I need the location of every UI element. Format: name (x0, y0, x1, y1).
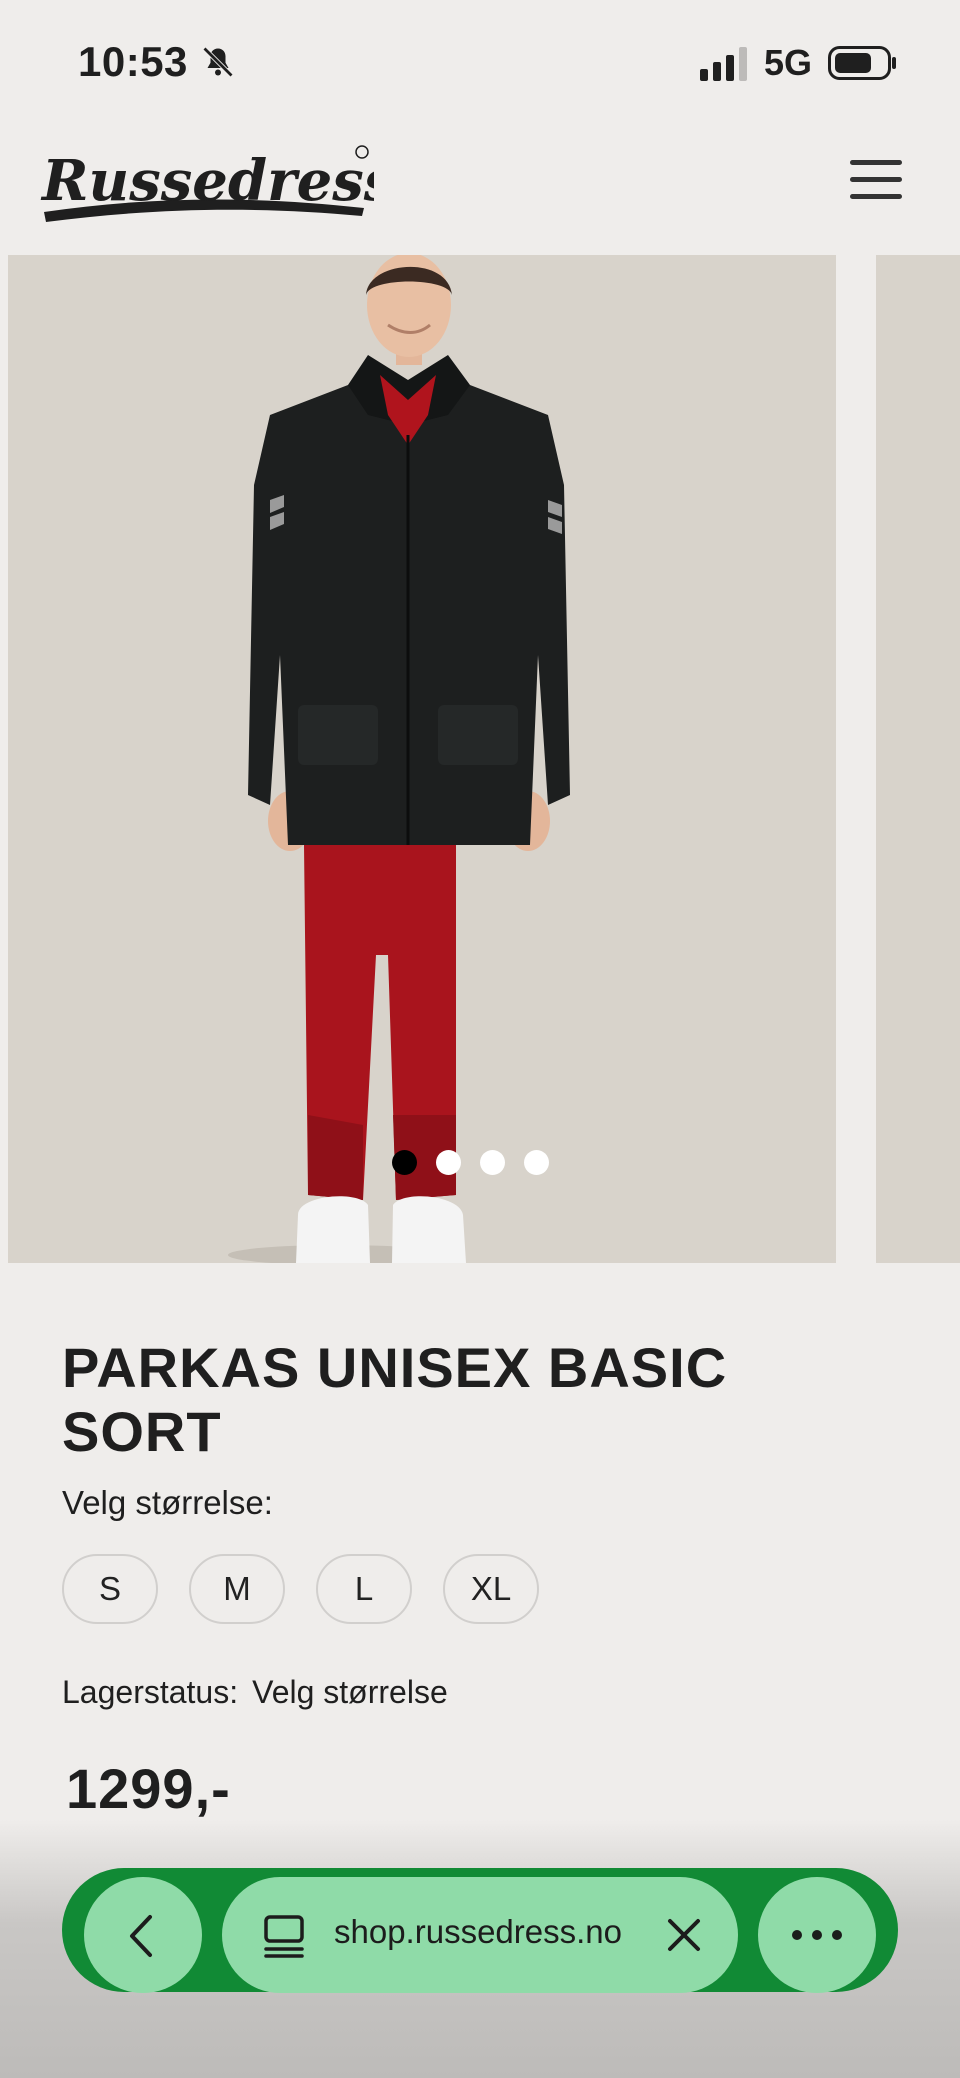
gallery-dot-2[interactable] (436, 1150, 461, 1175)
size-option-s[interactable]: S (62, 1554, 158, 1624)
gallery-dot-1[interactable] (392, 1150, 417, 1175)
chevron-left-icon (130, 1915, 152, 1957)
stock-status: Lagerstatus: Velg størrelse (62, 1674, 448, 1711)
gallery-dot-4[interactable] (524, 1150, 549, 1175)
signal-icon (700, 47, 747, 81)
gallery-pagination (392, 1150, 549, 1180)
close-icon[interactable] (664, 1915, 704, 1955)
stock-label: Lagerstatus: (62, 1674, 239, 1710)
bell-muted-icon (202, 46, 234, 78)
gallery-slide-next[interactable] (876, 255, 960, 1263)
more-icon (792, 1930, 842, 1940)
brand-name: Russedress (40, 148, 374, 214)
gallery-dot-3[interactable] (480, 1150, 505, 1175)
brand-logo[interactable]: Russedress (34, 138, 374, 228)
product-photo (228, 255, 570, 1263)
hamburger-menu-icon[interactable] (846, 156, 906, 204)
status-bar: 10:53 5G (0, 0, 960, 120)
network-type: 5G (764, 42, 813, 83)
product-price: 1299,- (66, 1757, 231, 1820)
tabs-icon (264, 1915, 304, 1958)
back-button[interactable] (84, 1877, 202, 1993)
battery-icon (828, 46, 896, 80)
product-gallery[interactable] (8, 255, 960, 1263)
size-option-l[interactable]: L (316, 1554, 412, 1624)
size-option-m[interactable]: M (189, 1554, 285, 1624)
status-time: 10:53 (78, 38, 188, 85)
stock-value: Velg størrelse (252, 1674, 448, 1710)
gallery-slide-active[interactable] (8, 255, 836, 1263)
more-button[interactable] (758, 1877, 876, 1993)
size-option-xl[interactable]: XL (443, 1554, 539, 1624)
size-label: Velg størrelse: (62, 1484, 273, 1521)
url-text: shop.russedress.no (334, 1913, 622, 1950)
product-title: PARKAS UNISEX BASIC SORT (62, 1336, 728, 1463)
size-selector: S M L XL (62, 1554, 539, 1624)
address-bar[interactable]: shop.russedress.no (222, 1877, 738, 1993)
